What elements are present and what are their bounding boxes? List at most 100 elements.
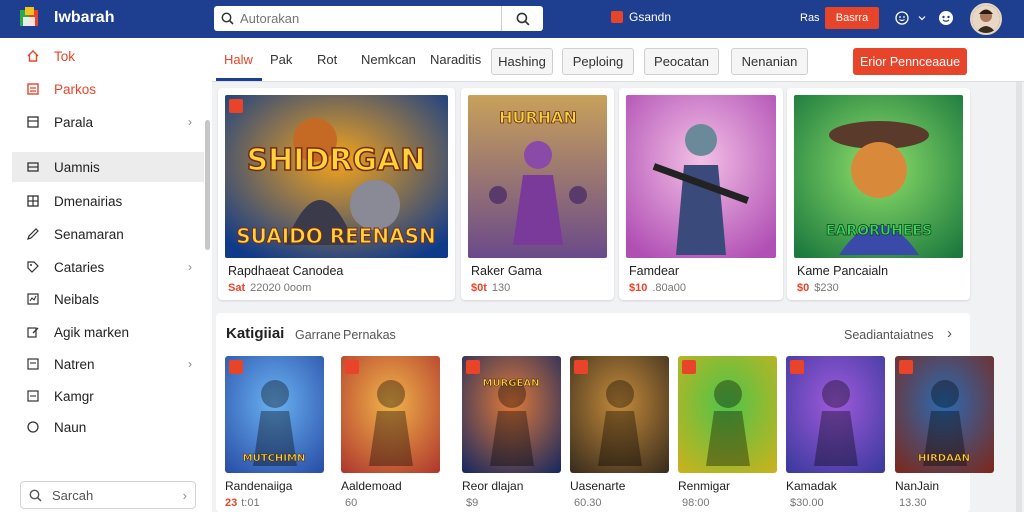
face-icon[interactable]	[937, 9, 955, 27]
top-bar: Iwbarah Gsandn Ras Basrra	[0, 0, 1024, 38]
section-tab-pernakas[interactable]: Pernakas	[343, 328, 396, 342]
game-price: $0 $230	[797, 282, 839, 294]
chevron-right-icon: ›	[188, 357, 192, 371]
main-content: Halw Pak Rot Nemkcan Naraditis Hashing P…	[212, 38, 1024, 512]
game-cover-image: MUTCHIMN	[225, 356, 324, 473]
sidebar-search[interactable]: Sarcah ›	[20, 481, 196, 509]
sidebar-item-naun[interactable]: Naun	[12, 412, 204, 442]
sidebar-item-label: Cataries	[54, 259, 105, 275]
box-icon	[26, 389, 40, 403]
chart-icon	[26, 292, 40, 306]
sidebar-item-tok[interactable]: Tok	[12, 41, 204, 71]
sidebar-item-dmenairias[interactable]: Dmenairias	[12, 186, 204, 216]
grid-icon	[26, 194, 40, 208]
game-title: Raker Gama	[471, 264, 542, 278]
sale-badge	[682, 360, 696, 374]
featured-card[interactable]: SHIDRGAN SUAIDO REENASN Rapdhaeat Canode…	[218, 88, 455, 300]
game-cover-image	[678, 356, 777, 473]
filter-pill-peocatan[interactable]: Peocatan	[644, 48, 719, 75]
filter-pill-nenanian[interactable]: Nenanian	[731, 48, 808, 75]
game-cover-image: SHIDRGAN SUAIDO REENASN	[225, 95, 448, 258]
game-price: 60.30	[574, 497, 602, 509]
cover-title-text: MUTCHIMN	[243, 453, 306, 464]
brand-name[interactable]: Iwbarah	[54, 9, 114, 27]
sidebar-scrollbar[interactable]	[205, 120, 210, 250]
sidebar-item-label: Dmenairias	[54, 193, 123, 209]
top-action-button[interactable]: Basrra	[825, 7, 879, 29]
game-price: $30.00	[790, 497, 824, 509]
game-cover-image	[570, 356, 669, 473]
circle-icon	[26, 420, 40, 434]
tab-bar: Halw Pak Rot Nemkcan Naraditis Hashing P…	[212, 38, 1024, 82]
primary-cta-button[interactable]: Erior Pennceaaue	[853, 48, 967, 75]
cover-title-text: EARORUHEES	[826, 223, 932, 239]
chevron-right-icon[interactable]: ›	[947, 325, 952, 342]
card-icon	[26, 357, 40, 371]
sidebar-item-kamgr[interactable]: Kamgr	[12, 381, 204, 411]
search-input[interactable]	[240, 11, 501, 26]
edit-icon	[26, 325, 40, 339]
cover-title-text: HURHAN	[499, 108, 577, 127]
game-cover-image	[341, 356, 440, 473]
filter-pill-hashing[interactable]: Hashing	[491, 48, 553, 75]
tag-icon	[26, 260, 40, 274]
filter-pill-peploing[interactable]: Peploing	[562, 48, 634, 75]
sidebar-item-natren[interactable]: Natren ›	[12, 349, 204, 379]
sale-badge	[790, 360, 804, 374]
sidebar-item-senamaran[interactable]: Senamaran	[12, 219, 204, 249]
game-title: Rapdhaeat Canodea	[228, 264, 344, 278]
sidebar-item-label: Parkos	[54, 81, 97, 97]
store-link[interactable]: Gsandn	[611, 10, 671, 24]
sidebar-item-agik-marken[interactable]: Agik marken	[12, 317, 204, 347]
game-list-section: Katigiiai Garrane Pernakas Seadiantaiatn…	[216, 313, 994, 512]
see-all-link[interactable]: Seadiantaiatnes	[844, 328, 934, 342]
game-price: $9	[466, 497, 479, 509]
sale-badge	[229, 360, 243, 374]
game-cover-image: HURHAN	[468, 95, 607, 258]
featured-row: SHIDRGAN SUAIDO REENASN Rapdhaeat Canode…	[218, 88, 970, 300]
game-title: NanJain	[895, 479, 940, 493]
game-price: 13.30	[899, 497, 927, 509]
game-title: Randenaiiga	[225, 479, 293, 493]
app-logo-icon[interactable]	[18, 5, 44, 31]
sidebar-item-parala[interactable]: Parala ›	[12, 107, 204, 137]
sidebar-item-label: Natren	[54, 356, 95, 372]
game-title: Famdear	[629, 264, 680, 278]
featured-card[interactable]: HURHAN Raker Gama $0t 130	[461, 88, 614, 300]
search-bar[interactable]	[214, 6, 543, 31]
avatar[interactable]	[970, 3, 1002, 35]
sidebar-item-label: Agik marken	[54, 324, 130, 340]
tab-nemkcan[interactable]: Nemkcan	[361, 52, 416, 67]
sidebar-item-uamnis[interactable]: Uamnis	[12, 152, 204, 182]
game-title: Aaldemoad	[341, 479, 402, 493]
store-icon	[611, 11, 623, 23]
search-submit-button[interactable]	[501, 6, 543, 31]
featured-card[interactable]: Famdear $10.80a00	[619, 88, 783, 300]
featured-card[interactable]: EARORUHEES Kame Pancaialn $0 $230	[787, 88, 970, 300]
game-cover-image: MURGEAN	[462, 356, 561, 473]
section-tab-garrane[interactable]: Garrane	[295, 328, 341, 342]
sale-badge	[229, 99, 243, 113]
tab-rot[interactable]: Rot	[317, 52, 337, 67]
tab-halw[interactable]: Halw	[224, 52, 253, 67]
main-scrollbar[interactable]	[1016, 82, 1022, 512]
sidebar-item-cataries[interactable]: Cataries ›	[12, 252, 204, 282]
sidebar-search-label: Sarcah	[52, 487, 94, 503]
tab-naraditis[interactable]: Naraditis	[430, 52, 481, 67]
tab-pak[interactable]: Pak	[270, 52, 292, 67]
game-price: $10.80a00	[629, 282, 687, 294]
smiley-icon[interactable]	[893, 9, 911, 27]
game-cover-image	[786, 356, 885, 473]
game-price: 98:00	[682, 497, 710, 509]
sale-badge	[574, 360, 588, 374]
search-icon	[214, 12, 240, 25]
cover-subtitle-text: SUAIDO REENASN	[236, 224, 436, 248]
sidebar-item-neibals[interactable]: Neibals	[12, 284, 204, 314]
pencil-icon	[26, 227, 40, 241]
game-title: Renmigar	[678, 479, 731, 493]
sale-badge	[345, 360, 359, 374]
chevron-down-icon[interactable]	[913, 9, 931, 27]
chevron-right-icon: ›	[182, 487, 187, 503]
chevron-right-icon: ›	[188, 115, 192, 129]
sidebar-item-parkos[interactable]: Parkos	[12, 74, 204, 104]
